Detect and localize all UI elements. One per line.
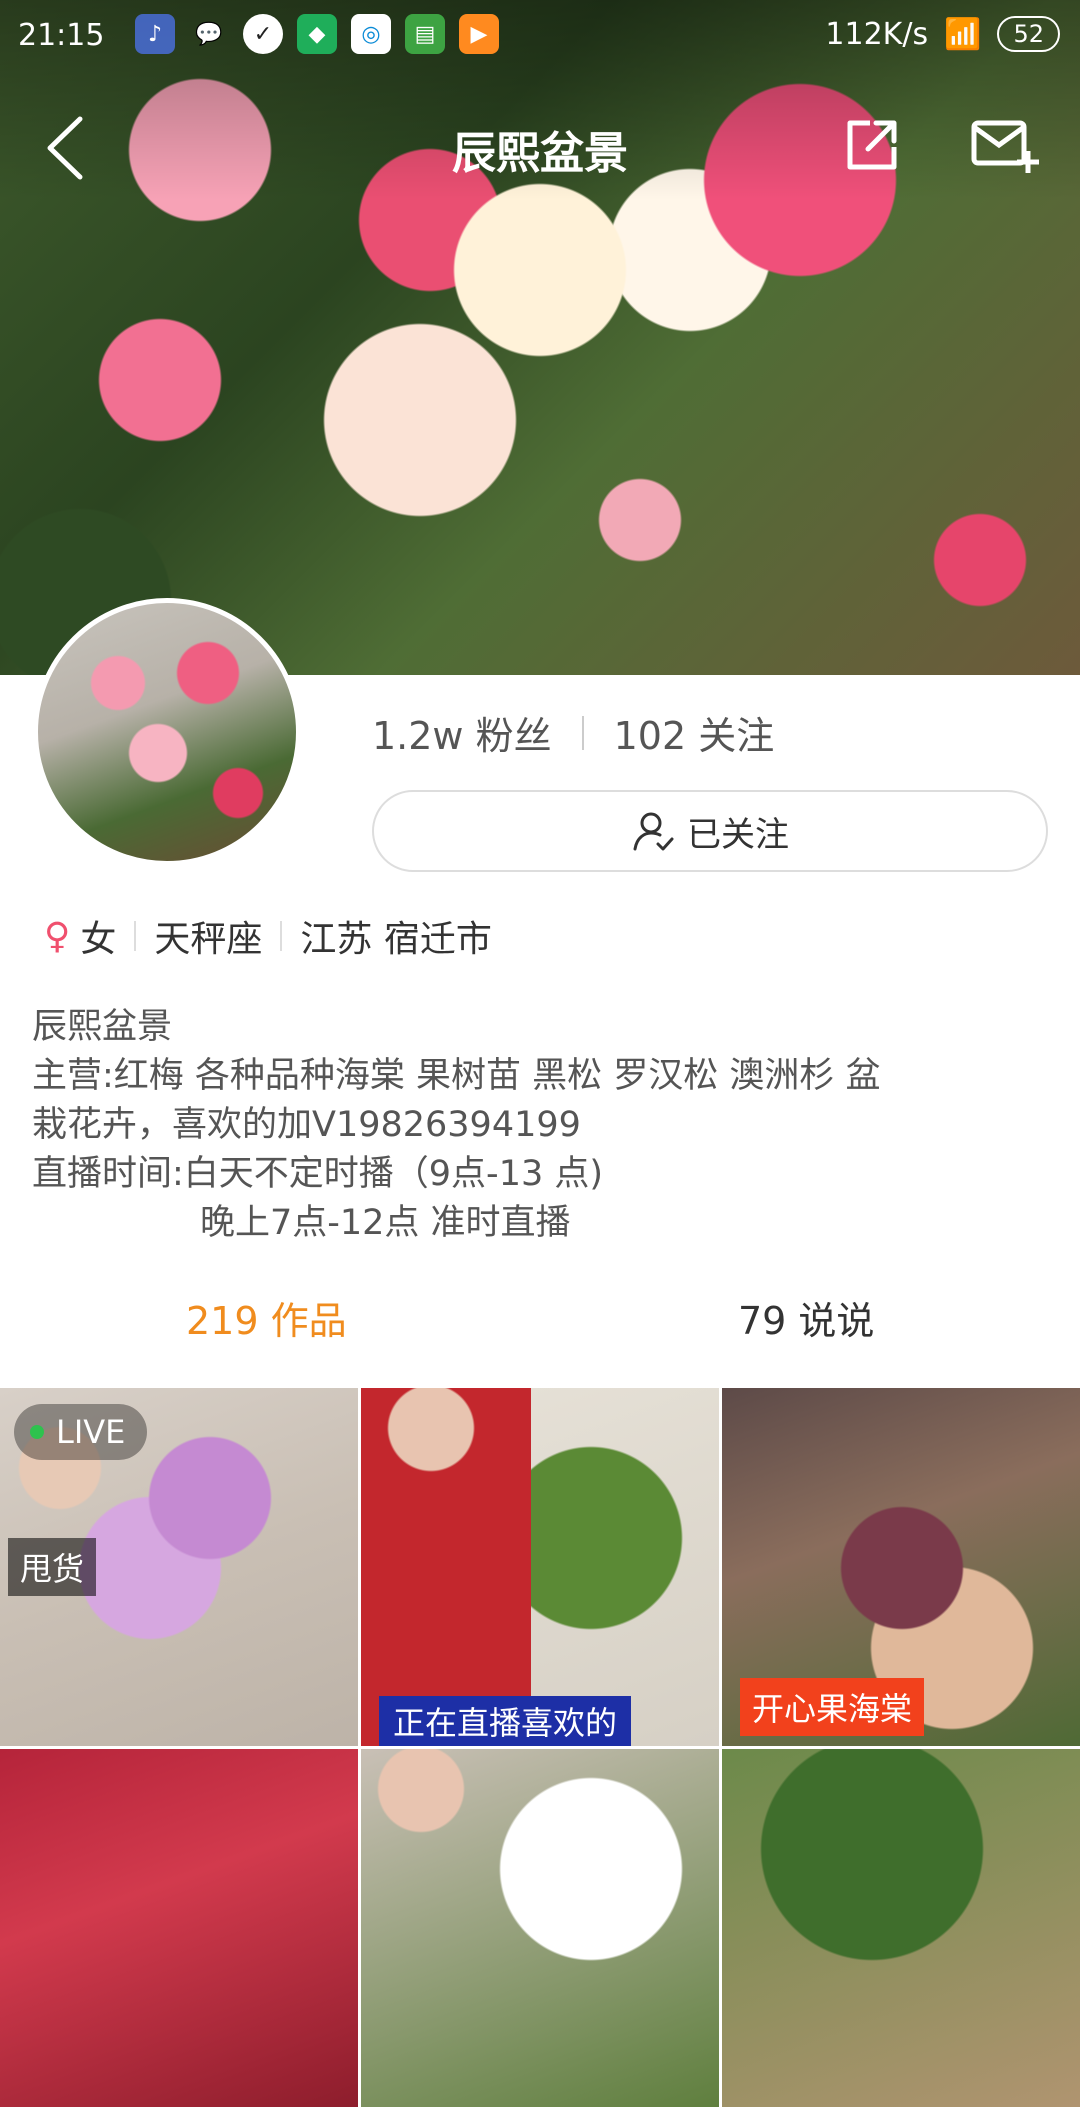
wechat-icon: 💬 [195,21,223,47]
bell-app-icon: ♪ [135,14,175,54]
news-app-icon: ▤ [405,14,445,54]
tag-divider [134,921,137,951]
grid-caption: 开心果海棠 [740,1678,925,1736]
status-time: 21:15 [18,18,105,53]
followed-button[interactable]: 已关注 [372,790,1048,872]
bio-line: 主营:红梅 各种品种海棠 果树苗 黑松 罗汉松 澳洲杉 盆 [32,1056,881,1096]
fans-count[interactable]: 1.2w 粉丝 [372,705,552,760]
page-title: 辰熙盆景 [452,128,628,179]
check-icon: ✓ [243,14,283,54]
grid-item[interactable] [361,1749,719,2107]
tab-says[interactable]: 79 说说 [738,1290,874,1345]
content-tabs: 219 作品 79 说说 [0,1290,1080,1360]
stats-divider [581,715,584,750]
tab-works[interactable]: 219 作品 [186,1290,347,1345]
grid-item[interactable]: LIVE 甩货 [0,1388,358,1746]
grid-item[interactable]: 开心果海棠 [722,1388,1080,1746]
female-icon: ♀ [44,915,71,957]
bio-line: 晚上7点-12点 准时直播 [200,1203,571,1243]
share-icon[interactable] [842,115,902,175]
avatar[interactable] [33,598,301,866]
profile-tags: ♀ 女 天秤座 江苏 宿迁市 [44,910,492,962]
user-check-icon [633,812,674,851]
grid-item[interactable] [0,1749,358,2107]
green-app-icon: ◆ [297,14,337,54]
video-app-icon: ▶ [459,14,499,54]
live-dot-icon [30,1425,44,1439]
grid-item[interactable]: 正在直播喜欢的 [361,1388,719,1746]
mobile-app-icon: ◎ [351,14,391,54]
follow-button-label: 已关注 [687,814,789,855]
top-nav: 辰熙盆景 [0,95,1080,195]
sale-tag: 甩货 [8,1538,97,1596]
location-label: 江苏 宿迁市 [300,919,492,960]
status-right: 112K/s 📶 52 [825,16,1060,52]
following-count[interactable]: 102 关注 [614,705,775,760]
tag-divider [280,921,283,951]
network-speed: 112K/s [825,16,929,52]
status-bar: 21:15 ♪ 💬 ✓ ◆ ◎ ▤ ▶ 112K/s 📶 52 [0,0,1080,72]
bio-line: 辰熙盆景 [32,1007,173,1047]
bio: 辰熙盆景 主营:红梅 各种品种海棠 果树苗 黑松 罗汉松 澳洲杉 盆 栽花卉，喜… [32,1003,1052,1248]
zodiac-label: 天秤座 [154,919,263,960]
gender-label: 女 [80,919,117,960]
battery-indicator: 52 [997,16,1060,52]
notification-icons: ♪ 💬 ✓ ◆ ◎ ▤ ▶ [135,14,499,54]
bio-line: 栽花卉，喜欢的加V19826394199 [32,1105,581,1145]
grid-caption: 正在直播喜欢的 [379,1696,632,1746]
grid-item[interactable] [722,1749,1080,2107]
bio-line: 直播时间:白天不定时播（9点-13 点) [32,1154,604,1194]
live-badge: LIVE [14,1404,148,1460]
message-add-icon[interactable] [970,115,1040,175]
wifi-icon: 📶 [944,16,982,52]
live-label: LIVE [56,1413,126,1451]
profile-stats: 1.2w 粉丝 102 关注 [372,705,774,760]
